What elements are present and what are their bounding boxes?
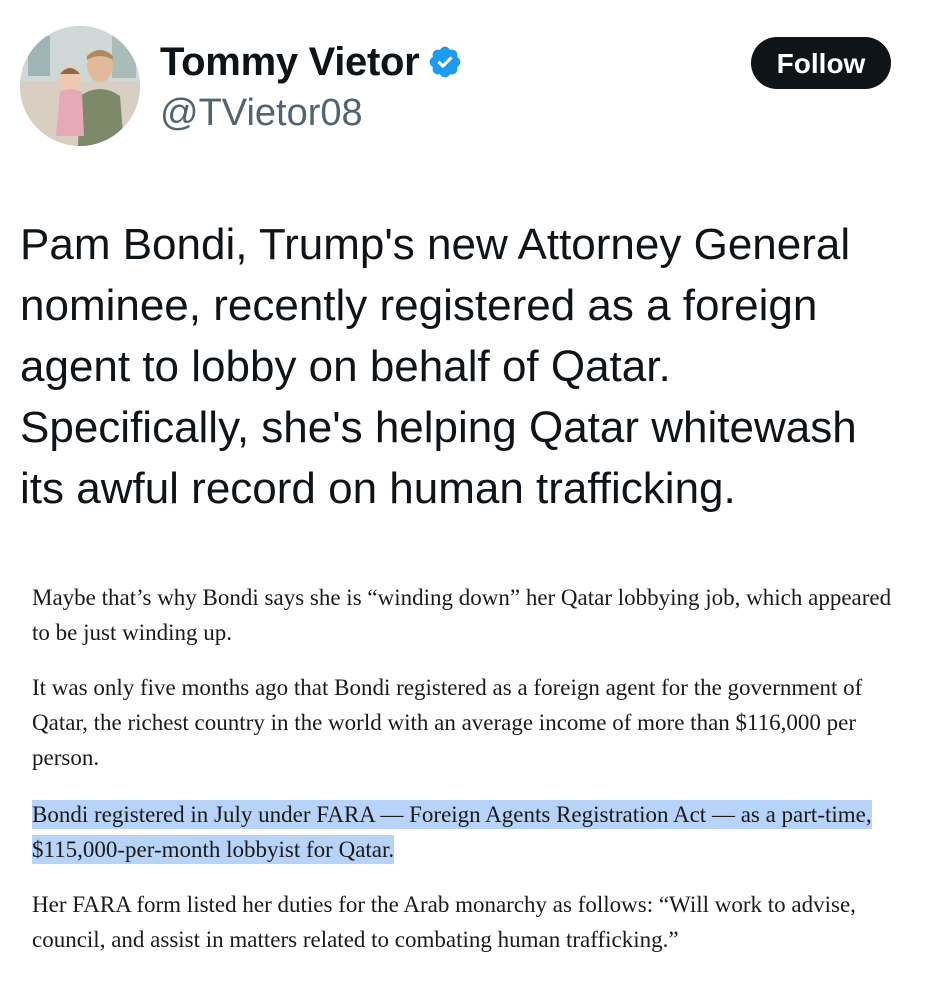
author-name-row: Tommy Vietor: [160, 38, 463, 86]
article-paragraph: It was only five months ago that Bondi r…: [32, 675, 863, 770]
article-paragraph-highlighted: Bondi registered in July under FARA — Fo…: [32, 797, 902, 867]
verified-badge-icon: [427, 44, 463, 80]
avatar-photo-icon: [20, 26, 140, 146]
author-handle[interactable]: @TVietor08: [160, 90, 363, 136]
text-highlight: Bondi registered in July under FARA — Fo…: [32, 800, 872, 864]
article-paragraph: Maybe that’s why Bondi says she is “wind…: [32, 585, 892, 645]
article-paragraph: Her FARA form listed her duties for the …: [32, 892, 856, 952]
article-excerpt-image[interactable]: Maybe that’s why Bondi says she is “wind…: [32, 580, 902, 977]
author-display-name[interactable]: Tommy Vietor: [160, 38, 420, 86]
follow-button[interactable]: Follow: [751, 37, 891, 89]
author-avatar[interactable]: [20, 26, 140, 146]
tweet-header: Tommy Vietor @TVietor08 Follow: [0, 0, 928, 160]
tweet-text: Pam Bondi, Trump's new Attorney General …: [20, 220, 857, 513]
